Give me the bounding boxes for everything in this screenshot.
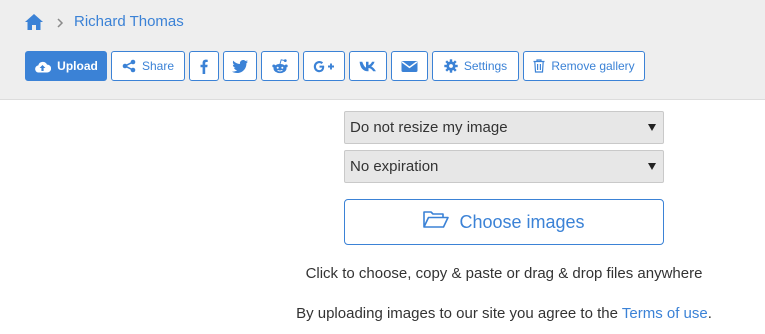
terms-notice-text: By uploading images to our site you agre… xyxy=(53,305,712,322)
email-icon xyxy=(401,60,418,73)
expiration-select[interactable]: No expiration xyxy=(344,150,664,183)
upload-hint-text: Click to choose, copy & paste or drag & … xyxy=(305,265,703,282)
remove-gallery-label: Remove gallery xyxy=(551,59,635,73)
gear-icon xyxy=(444,59,458,73)
terms-notice: By uploading images to our site you agre… xyxy=(0,305,765,322)
google-plus-icon xyxy=(313,60,335,73)
share-label: Share xyxy=(141,59,175,73)
chevron-right-icon xyxy=(54,16,66,28)
resize-select-value: Do not resize my image xyxy=(350,119,508,136)
vk-share-button[interactable] xyxy=(349,51,387,81)
reddit-icon xyxy=(271,58,289,74)
expiration-select-value: No expiration xyxy=(350,158,439,175)
upload-hint: Click to choose, copy & paste or drag & … xyxy=(0,265,765,282)
cloud-upload-icon xyxy=(34,60,52,73)
breadcrumb-user[interactable]: Richard Thomas xyxy=(74,12,184,32)
facebook-icon xyxy=(200,59,208,74)
vk-icon xyxy=(359,61,377,72)
dropdown-arrow-icon xyxy=(648,163,656,170)
settings-label: Settings xyxy=(463,59,508,73)
remove-gallery-button[interactable]: Remove gallery xyxy=(523,51,645,81)
terms-suffix: . xyxy=(707,305,712,322)
email-share-button[interactable] xyxy=(391,51,428,81)
settings-button[interactable]: Settings xyxy=(432,51,519,81)
reddit-share-button[interactable] xyxy=(261,51,299,81)
choose-images-button[interactable]: Choose images xyxy=(344,199,664,245)
breadcrumb: Richard Thomas xyxy=(24,12,184,32)
facebook-share-button[interactable] xyxy=(189,51,219,81)
home-icon[interactable] xyxy=(24,13,44,31)
choose-images-label: Choose images xyxy=(459,211,585,232)
toolbar: Upload Share Settings Remove gallery xyxy=(25,51,645,81)
share-icon xyxy=(122,59,136,73)
terms-of-use-link[interactable]: Terms of use xyxy=(622,305,708,322)
folder-open-icon xyxy=(423,210,450,234)
resize-select[interactable]: Do not resize my image xyxy=(344,111,664,144)
share-button[interactable]: Share xyxy=(111,51,185,81)
upload-button[interactable]: Upload xyxy=(25,51,107,81)
google-plus-share-button[interactable] xyxy=(303,51,345,81)
twitter-icon xyxy=(232,59,248,73)
upload-label: Upload xyxy=(57,59,98,73)
twitter-share-button[interactable] xyxy=(223,51,257,81)
dropdown-arrow-icon xyxy=(648,124,656,131)
trash-icon xyxy=(533,59,545,73)
top-bar: Richard Thomas Upload Share Settings Rem… xyxy=(0,0,765,100)
terms-prefix: By uploading images to our site you agre… xyxy=(296,305,622,322)
